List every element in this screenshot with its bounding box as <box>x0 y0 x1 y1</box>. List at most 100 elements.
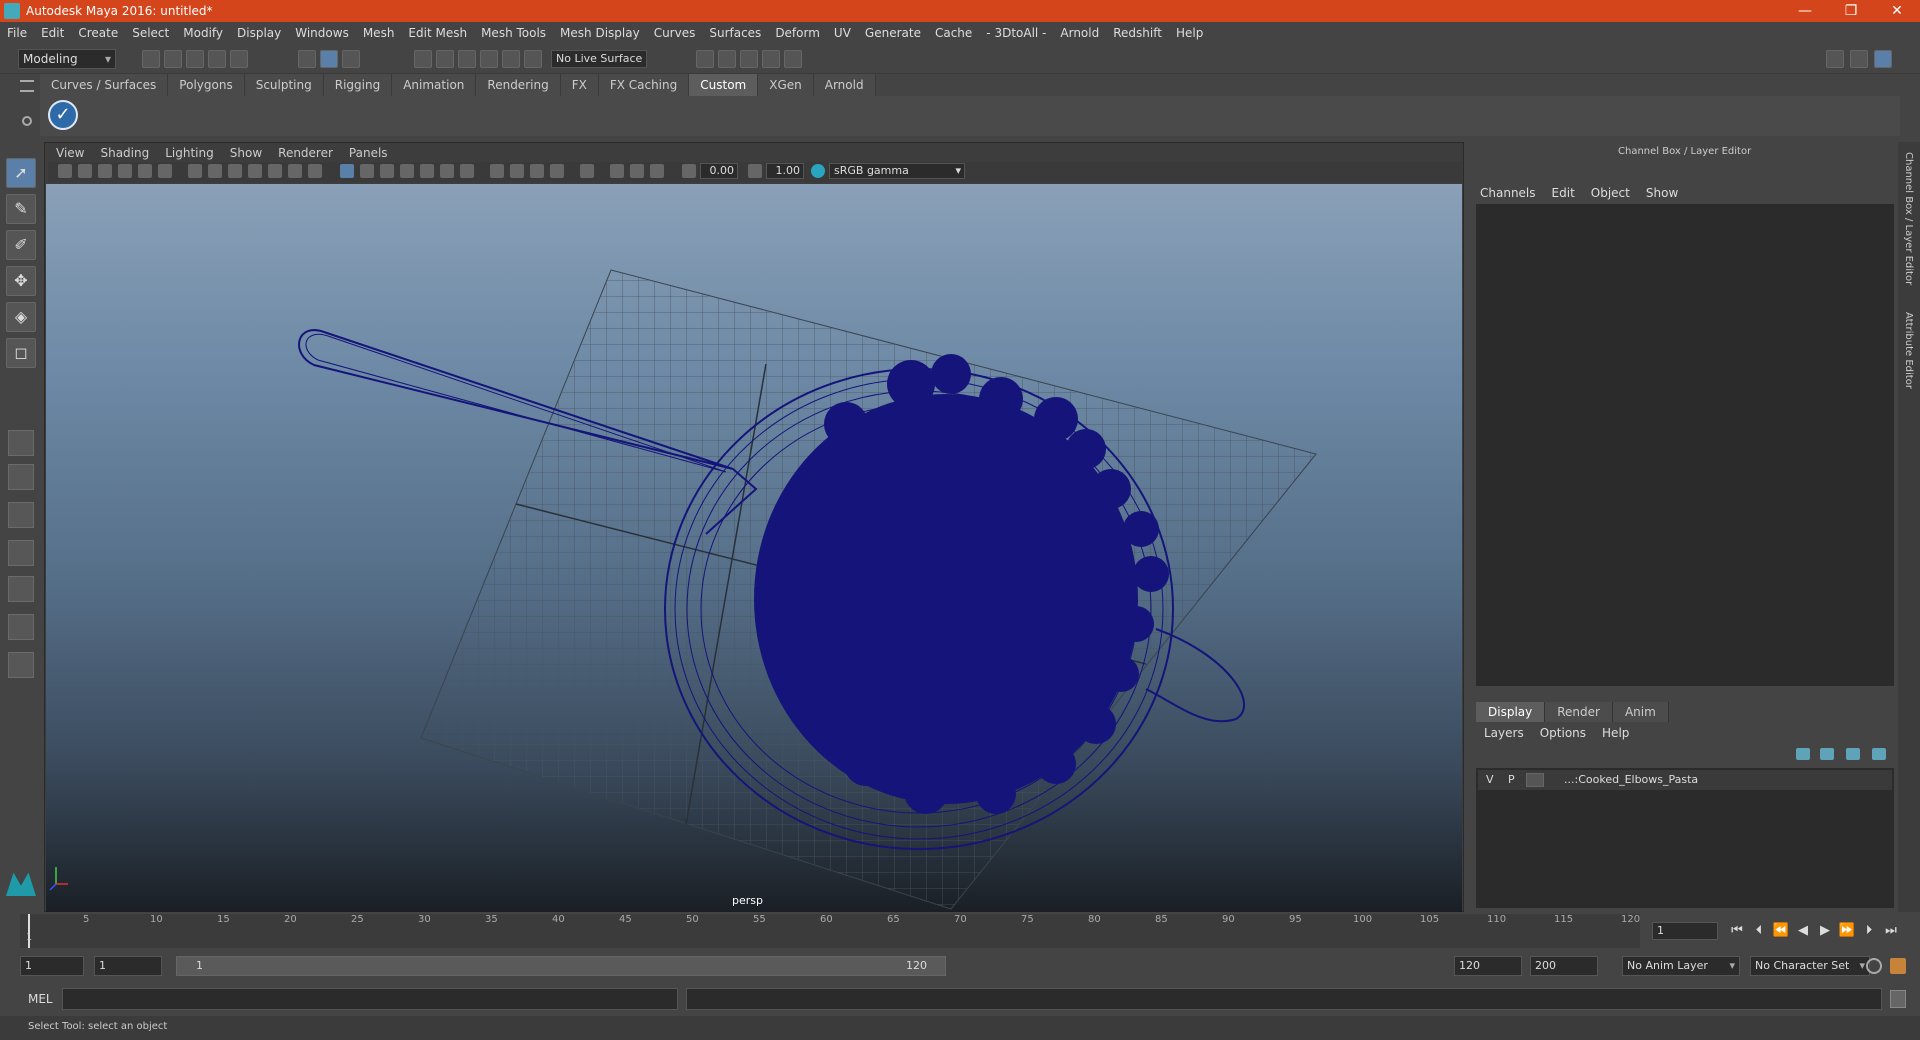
menu-select[interactable]: Select <box>125 26 176 40</box>
animation-end-field[interactable]: 200 <box>1530 956 1598 976</box>
exposure-field[interactable]: 0.00 <box>700 163 738 179</box>
use-all-lights-icon[interactable] <box>440 164 454 178</box>
render-view-icon[interactable] <box>696 50 714 68</box>
safe-action-icon[interactable] <box>288 164 302 178</box>
close-button[interactable]: ✕ <box>1874 0 1920 22</box>
select-tool-icon[interactable]: ➚ <box>6 158 36 188</box>
mel-label[interactable]: MEL <box>28 992 53 1006</box>
gamma-field[interactable]: 1.00 <box>766 163 804 179</box>
viewport-menu-lighting[interactable]: Lighting <box>157 144 222 162</box>
snap-to-view-plane-icon[interactable] <box>480 50 498 68</box>
menu-3dtoall[interactable]: - 3DtoAll - <box>979 26 1053 40</box>
cb-menu-channels[interactable]: Channels <box>1472 184 1544 202</box>
script-editor-icon[interactable] <box>1890 990 1906 1008</box>
step-forward-frame-icon[interactable]: ⏵ <box>1860 922 1878 940</box>
viewport-menu-shading[interactable]: Shading <box>92 144 157 162</box>
select-by-hierarchy-icon[interactable] <box>298 50 316 68</box>
x-ray-joints-icon[interactable] <box>650 164 664 178</box>
menu-surfaces[interactable]: Surfaces <box>702 26 768 40</box>
menu-mesh[interactable]: Mesh <box>356 26 402 40</box>
custom-layout-icon[interactable] <box>8 652 34 678</box>
animation-preferences-icon[interactable] <box>1890 958 1906 974</box>
motion-blur-icon[interactable] <box>510 164 524 178</box>
persp-outliner-layout-icon[interactable] <box>8 502 34 528</box>
shelf-settings-gear-icon[interactable] <box>22 116 32 126</box>
live-surface-field[interactable]: No Live Surface <box>551 50 647 68</box>
shelf-tab-polygons[interactable]: Polygons <box>168 74 245 96</box>
shelf-tab-fx-caching[interactable]: FX Caching <box>598 74 690 96</box>
playback-start-field[interactable]: 1 <box>94 956 162 976</box>
move-tool-icon[interactable]: ✥ <box>6 266 36 296</box>
animation-start-field[interactable]: 1 <box>20 956 84 976</box>
layer-color-swatch[interactable] <box>1526 773 1544 787</box>
cb-menu-show[interactable]: Show <box>1638 184 1686 202</box>
create-layer-from-selection-icon[interactable] <box>1872 748 1886 760</box>
exposure-icon[interactable] <box>682 164 696 178</box>
layer-menu-options[interactable]: Options <box>1532 724 1594 742</box>
resolution-gate-icon[interactable] <box>228 164 242 178</box>
persp-hypershade-layout-icon[interactable] <box>8 576 34 602</box>
viewport-menu-view[interactable]: View <box>48 144 92 162</box>
symmetry-icon[interactable] <box>524 50 542 68</box>
layer-playback-toggle[interactable]: P <box>1508 770 1515 790</box>
move-layer-up-icon[interactable] <box>1796 748 1810 760</box>
channel-box-side-tab[interactable]: Channel Box / Layer Editor <box>1903 152 1914 285</box>
anim-layer-dropdown[interactable]: No Anim Layer <box>1622 956 1740 976</box>
field-chart-icon[interactable] <box>268 164 282 178</box>
layer-menu-layers[interactable]: Layers <box>1476 724 1532 742</box>
play-forwards-icon[interactable]: ▶ <box>1816 922 1834 940</box>
playback-end-field[interactable]: 120 <box>1454 956 1522 976</box>
gate-mask-icon[interactable] <box>248 164 262 178</box>
restore-button[interactable]: ❐ <box>1828 0 1874 22</box>
render-settings-icon[interactable] <box>762 50 780 68</box>
step-back-frame-icon[interactable]: ⏴ <box>1750 922 1768 940</box>
layer-tab-display[interactable]: Display <box>1476 702 1546 722</box>
layer-menu-help[interactable]: Help <box>1594 724 1637 742</box>
cb-menu-object[interactable]: Object <box>1583 184 1638 202</box>
layer-visibility-toggle[interactable]: V <box>1486 770 1494 790</box>
persp-graph-layout-icon[interactable] <box>8 540 34 566</box>
bookmark-icon[interactable] <box>98 164 112 178</box>
isolate-select-icon[interactable] <box>580 164 594 178</box>
shelf-tab-rigging[interactable]: Rigging <box>323 74 393 96</box>
layer-tab-anim[interactable]: Anim <box>1612 702 1669 722</box>
hypershade-icon[interactable] <box>784 50 802 68</box>
ipr-render-icon[interactable] <box>740 50 758 68</box>
view-transform-dropdown[interactable]: sRGB gamma <box>829 163 965 179</box>
wireframe-on-shaded-icon[interactable] <box>400 164 414 178</box>
menu-file[interactable]: File <box>0 26 34 40</box>
cb-menu-edit[interactable]: Edit <box>1544 184 1583 202</box>
menu-uv[interactable]: UV <box>827 26 858 40</box>
viewport-menu-panels[interactable]: Panels <box>341 144 396 162</box>
shelf-tab-rendering[interactable]: Rendering <box>476 74 561 96</box>
four-view-layout-icon[interactable] <box>8 464 34 490</box>
time-slider[interactable]: 1 5 10 15 20 25 30 35 40 45 50 55 60 65 … <box>20 914 1640 948</box>
shelf-tab-custom[interactable]: Custom <box>689 74 759 96</box>
mel-input[interactable] <box>62 988 678 1010</box>
menu-edit-mesh[interactable]: Edit Mesh <box>401 26 474 40</box>
open-scene-icon[interactable] <box>164 50 182 68</box>
character-set-dropdown[interactable]: No Character Set <box>1750 956 1870 976</box>
range-slider[interactable] <box>176 956 946 976</box>
image-plane-icon[interactable] <box>118 164 132 178</box>
menu-arnold[interactable]: Arnold <box>1053 26 1106 40</box>
new-scene-icon[interactable] <box>142 50 160 68</box>
screen-space-ao-icon[interactable] <box>490 164 504 178</box>
layer-tab-render[interactable]: Render <box>1545 702 1613 722</box>
shelf-tab-animation[interactable]: Animation <box>392 74 477 96</box>
wireframe-shading-icon[interactable] <box>340 164 354 178</box>
menu-mesh-tools[interactable]: Mesh Tools <box>474 26 553 40</box>
shelf-tab-arnold[interactable]: Arnold <box>813 74 876 96</box>
layer-name[interactable]: ...:Cooked_Elbows_Pasta <box>1564 770 1698 790</box>
minimize-button[interactable]: — <box>1782 0 1828 22</box>
menu-windows[interactable]: Windows <box>288 26 356 40</box>
single-perspective-layout-icon[interactable] <box>8 430 34 456</box>
step-back-key-icon[interactable]: ⏪ <box>1772 922 1790 940</box>
shelf-tab-xgen[interactable]: XGen <box>758 74 814 96</box>
attribute-editor-toggle-icon[interactable] <box>1850 50 1868 68</box>
menu-redshift[interactable]: Redshift <box>1106 26 1169 40</box>
attribute-editor-side-tab[interactable]: Attribute Editor <box>1903 312 1914 389</box>
shelf-menu-icon[interactable] <box>20 80 34 92</box>
menu-help[interactable]: Help <box>1169 26 1210 40</box>
current-time-marker[interactable] <box>28 914 30 948</box>
